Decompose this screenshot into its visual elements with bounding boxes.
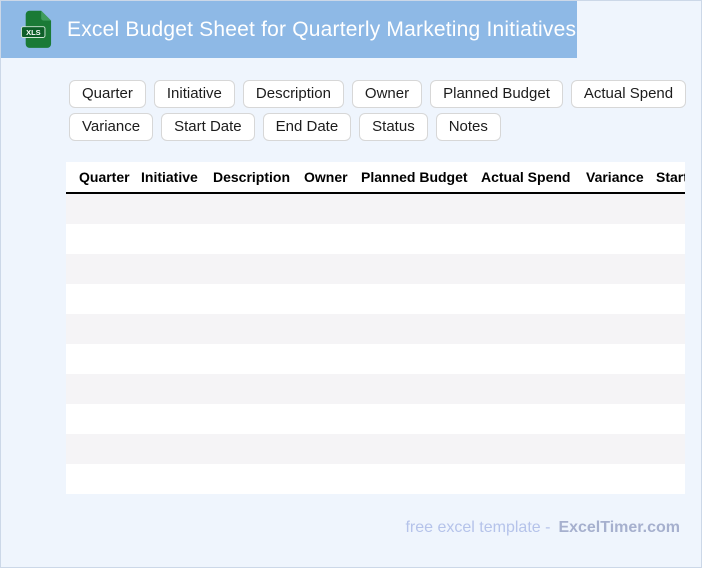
table-row <box>66 314 685 344</box>
spreadsheet-preview: Quarter Initiative Description Owner Pla… <box>66 162 685 494</box>
table-row <box>66 374 685 404</box>
column-chips: Quarter Initiative Description Owner Pla… <box>69 80 687 141</box>
footer: free excel template - ExcelTimer.com <box>405 519 680 537</box>
xls-file-icon: XLS <box>21 10 52 48</box>
footer-text: free excel template - <box>405 519 551 536</box>
chip-start-date[interactable]: Start Date <box>161 113 255 141</box>
chip-quarter[interactable]: Quarter <box>69 80 146 108</box>
page-title: Excel Budget Sheet for Quarterly Marketi… <box>67 17 577 41</box>
col-header-description: Description <box>213 169 291 185</box>
table-body <box>66 194 685 494</box>
chip-description[interactable]: Description <box>242 80 344 108</box>
title-bar: XLS Excel Budget Sheet for Quarterly Mar… <box>1 1 577 58</box>
chip-row-2: Variance Start Date End Date Status Note… <box>69 113 686 141</box>
col-header-variance: Variance <box>586 169 644 185</box>
col-header-initiative: Initiative <box>141 169 198 185</box>
table-header-row: Quarter Initiative Description Owner Pla… <box>66 162 685 194</box>
chip-status[interactable]: Status <box>359 113 428 141</box>
table-row <box>66 344 685 374</box>
chip-actual-spend[interactable]: Actual Spend <box>570 80 687 108</box>
table-row <box>66 254 685 284</box>
table-row <box>66 284 685 314</box>
chip-row-1: Quarter Initiative Description Owner Pla… <box>69 80 687 108</box>
col-header-owner: Owner <box>304 169 348 185</box>
chip-end-date[interactable]: End Date <box>262 113 352 141</box>
col-header-planned-budget: Planned Budget <box>361 169 468 185</box>
chip-variance[interactable]: Variance <box>69 113 154 141</box>
table-row <box>66 404 685 434</box>
col-header-start-date: Start Date <box>656 169 685 185</box>
table-row <box>66 194 685 224</box>
page: XLS Excel Budget Sheet for Quarterly Mar… <box>0 0 702 568</box>
table-row <box>66 434 685 464</box>
footer-brand-link[interactable]: ExcelTimer.com <box>558 519 680 536</box>
table-row <box>66 464 685 494</box>
col-header-actual-spend: Actual Spend <box>481 169 571 185</box>
col-header-quarter: Quarter <box>79 169 130 185</box>
xls-icon-label: XLS <box>26 28 41 37</box>
chip-planned-budget[interactable]: Planned Budget <box>430 80 563 108</box>
chip-owner[interactable]: Owner <box>351 80 423 108</box>
table-row <box>66 224 685 254</box>
chip-notes[interactable]: Notes <box>435 113 501 141</box>
chip-initiative[interactable]: Initiative <box>153 80 235 108</box>
